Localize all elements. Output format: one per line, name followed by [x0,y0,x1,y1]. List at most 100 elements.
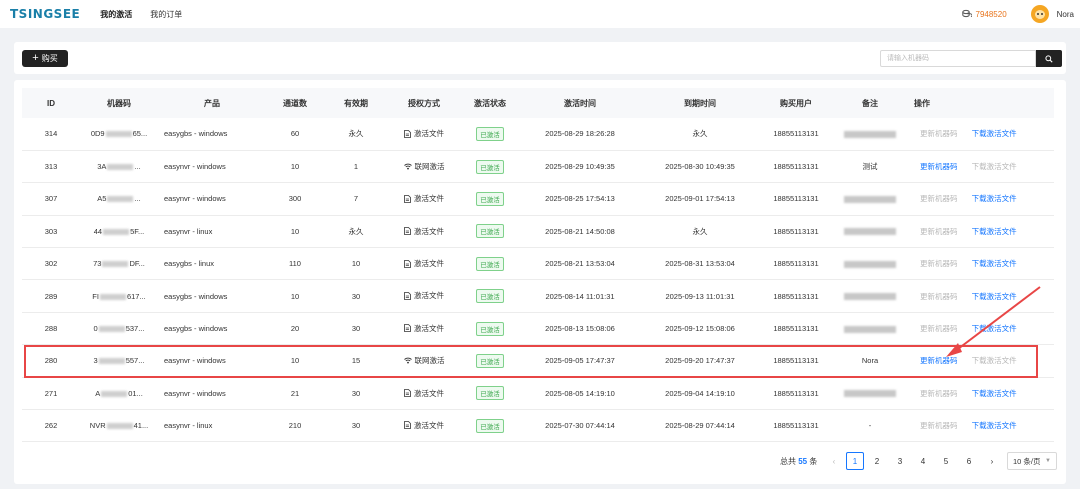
buyer-cell: 18855113131 [760,150,832,184]
update-machine-code-link[interactable]: 更新机器码 [920,421,958,430]
nav-my-orders[interactable]: 我的订单 [150,9,182,20]
id-cell: 302 [22,247,80,281]
file-icon [404,259,411,268]
machine-code-cell: 3 557... [80,344,158,378]
page-5[interactable]: 5 [938,452,954,470]
search-input[interactable] [880,50,1036,67]
download-activation-file-link[interactable]: 下载激活文件 [972,421,1017,430]
update-machine-code-link[interactable]: 更新机器码 [920,227,958,236]
auth-cell: 激活文件 [388,247,460,281]
note-column [832,215,908,249]
column-header: 购买用户 [760,88,832,118]
download-activation-file-link[interactable]: 下载激活文件 [972,389,1017,398]
update-machine-code-link[interactable]: 更新机器码 [920,194,958,203]
note-cell: Nora [861,356,879,366]
activated-time-cell: 2025-08-21 13:53:04 [520,247,640,281]
page-3[interactable]: 3 [892,452,908,470]
update-machine-code-link[interactable]: 更新机器码 [920,292,958,301]
update-machine-code-link[interactable]: 更新机器码 [920,162,958,171]
status-cell: 已激活 [460,247,520,281]
expire-time-cell: 2025-08-31 13:53:04 [640,247,760,281]
activated-time-cell: 2025-08-05 14:19:10 [520,377,640,411]
table-row: 313 3A... easynvr - windows 10 1 联网激活 已激… [22,150,1054,184]
activated-time-cell: 2025-09-05 17:47:37 [520,344,640,378]
page-4[interactable]: 4 [915,452,931,470]
activation-table-card: ID 机器码 产品 通道数 有效期 授权方式 激活状态 激活时间 到期时间 购买用户 备注 操作 31… [14,80,1066,484]
status-badge: 已激活 [476,126,504,141]
user-area: 7948520 Nora [961,0,1074,28]
prev-page-button[interactable]: ‹ [826,452,842,470]
status-cell: 已激活 [460,344,520,378]
download-activation-file-link[interactable]: 下载激活文件 [972,194,1017,203]
activated-time-cell: 2025-08-21 14:50:08 [520,215,640,249]
app-logo[interactable]: TSINGSEE [10,7,80,21]
page-1[interactable]: 1 [846,452,864,470]
update-machine-code-link[interactable]: 更新机器码 [920,259,958,268]
download-activation-file-link[interactable]: 下载激活文件 [972,292,1017,301]
column-header: 授权方式 [388,88,460,118]
download-activation-file-link[interactable]: 下载激活文件 [972,259,1017,268]
pagination: 总共 55 条 ‹ 1 2 3 4 5 6 › 10 条/页 ▼ [14,452,1066,472]
buyer-cell: 18855113131 [760,118,832,151]
toolbar-card: + 购买 [14,42,1066,74]
status-cell: 已激活 [460,409,520,443]
expire-time-cell: 2025-08-29 07:44:14 [640,409,760,443]
table-row: 289 FI 617... easygbs - windows 10 30 激活文… [22,279,1054,313]
update-machine-code-link[interactable]: 更新机器码 [920,356,958,365]
column-header: 到期时间 [640,88,760,118]
validity-cell: 15 [324,344,388,378]
update-machine-code-link[interactable]: 更新机器码 [920,324,958,333]
channels-cell: 20 [266,312,324,346]
product-cell: easynvr - linux [158,215,266,249]
product-cell: easynvr - windows [158,377,266,411]
id-cell: 289 [22,279,80,313]
id-cell: 314 [22,118,80,151]
machine-code-cell: 44 5F... [80,215,158,249]
activated-time-cell: 2025-07-30 07:44:14 [520,409,640,443]
status-badge: 已激活 [476,289,504,304]
validity-cell: 30 [324,409,388,443]
coins-icon [961,9,972,18]
file-icon [404,324,411,333]
download-activation-file-link[interactable]: 下载激活文件 [972,324,1017,333]
page-6[interactable]: 6 [961,452,977,470]
update-machine-code-link[interactable]: 更新机器码 [920,129,958,138]
download-activation-file-link[interactable]: 下载激活文件 [972,162,1017,171]
auth-cell: 联网激活 [388,344,460,378]
avatar[interactable] [1030,5,1049,23]
next-page-button[interactable]: › [984,452,1000,470]
buyer-cell: 18855113131 [760,247,832,281]
redacted-note [844,195,896,203]
redacted-note [844,390,896,398]
page-size-select[interactable]: 10 条/页 ▼ [1007,452,1057,470]
actions-cell: 更新机器码 下载激活文件 [908,344,1054,378]
note-column [832,247,908,281]
validity-cell: 永久 [324,215,388,249]
status-badge: 已激活 [476,353,504,368]
expire-time-cell: 永久 [640,215,760,249]
actions-cell: 更新机器码 下载激活文件 [908,182,1054,216]
auth-cell: 激活文件 [388,312,460,346]
id-cell: 280 [22,344,80,378]
expire-time-cell: 2025-09-04 14:19:10 [640,377,760,411]
redacted-note [844,293,896,301]
nav-my-activations[interactable]: 我的激活 [100,9,132,20]
redacted-note [844,260,896,268]
table-row: 307 A5... easynvr - windows 300 7 激活文件 已… [22,182,1054,216]
download-activation-file-link[interactable]: 下载激活文件 [972,129,1017,138]
product-cell: easygbs - windows [158,118,266,151]
column-header: 机器码 [80,88,158,118]
validity-cell: 7 [324,182,388,216]
download-activation-file-link[interactable]: 下载激活文件 [972,227,1017,236]
search-button[interactable] [1036,50,1062,67]
validity-cell: 30 [324,279,388,313]
status-badge: 已激活 [476,159,504,174]
note-column [832,312,908,346]
table-row: 280 3 557... easynvr - windows 10 15 联网激活… [22,344,1054,378]
page-2[interactable]: 2 [869,452,885,470]
username[interactable]: Nora [1057,10,1074,19]
download-activation-file-link[interactable]: 下载激活文件 [972,356,1017,365]
buy-button[interactable]: + 购买 [22,50,68,67]
update-machine-code-link[interactable]: 更新机器码 [920,389,958,398]
id-cell: 313 [22,150,80,184]
